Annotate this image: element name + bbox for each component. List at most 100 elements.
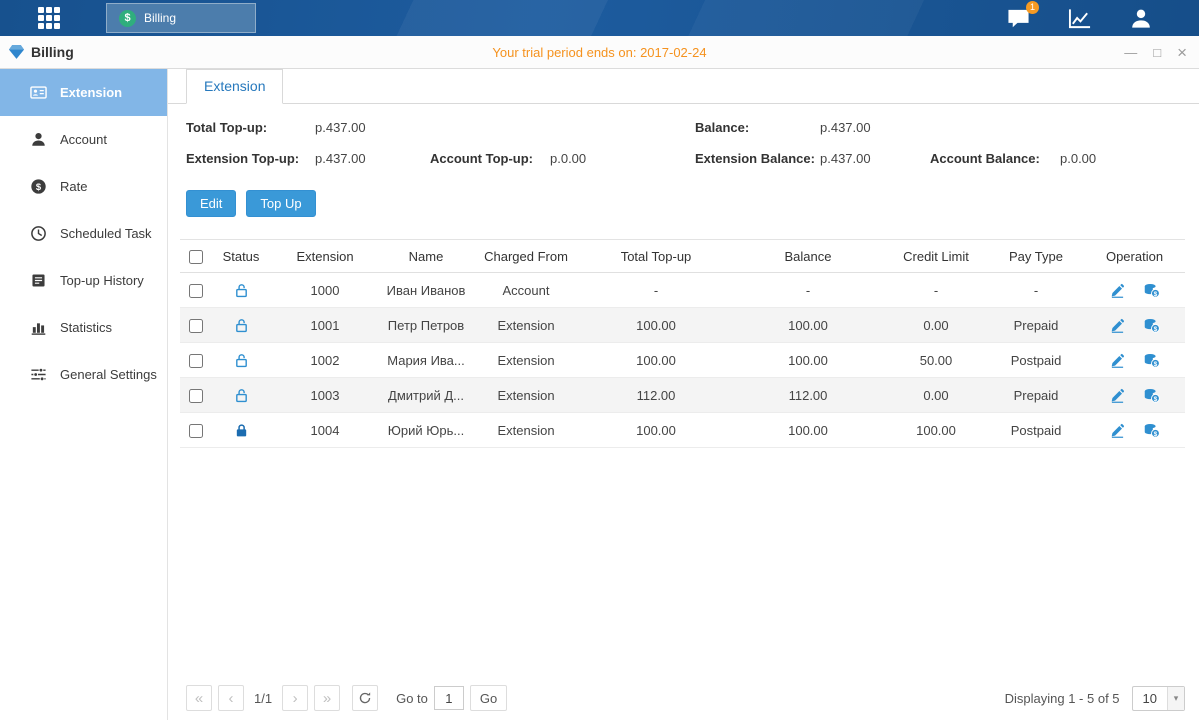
tab-extension[interactable]: Extension bbox=[186, 69, 283, 104]
table-row: 1000 Иван Иванов Account - - - - $ bbox=[180, 273, 1185, 308]
cell-credit-limit: - bbox=[884, 273, 988, 308]
trial-notice: Your trial period ends on: 2017-02-24 bbox=[0, 45, 1199, 60]
topbar-billing-tab[interactable]: $ Billing bbox=[106, 3, 256, 33]
row-checkbox[interactable] bbox=[189, 284, 203, 298]
maximize-icon[interactable]: □ bbox=[1153, 46, 1161, 59]
cell-total-topup: 100.00 bbox=[580, 343, 732, 378]
row-checkbox[interactable] bbox=[189, 319, 203, 333]
edit-button[interactable]: Edit bbox=[186, 190, 236, 217]
cell-name: Мария Ива... bbox=[380, 343, 472, 378]
sliders-icon bbox=[30, 366, 47, 383]
clock-icon bbox=[30, 225, 47, 242]
column-header-credit-limit: Credit Limit bbox=[884, 240, 988, 273]
topup-icon[interactable]: $ bbox=[1143, 423, 1160, 438]
cell-balance: 100.00 bbox=[732, 343, 884, 378]
cell-credit-limit: 50.00 bbox=[884, 343, 988, 378]
row-checkbox[interactable] bbox=[189, 354, 203, 368]
top-up-button[interactable]: Top Up bbox=[246, 190, 315, 217]
dollar-icon: $ bbox=[119, 10, 136, 27]
sidebar-item-label: Account bbox=[60, 132, 107, 147]
page-size-select[interactable]: 10 ▾ bbox=[1132, 686, 1185, 711]
statistics-chart-icon[interactable] bbox=[1067, 7, 1093, 30]
refresh-button[interactable] bbox=[352, 685, 378, 711]
sidebar-item-statistics[interactable]: Statistics bbox=[0, 304, 167, 351]
topup-icon[interactable]: $ bbox=[1143, 353, 1160, 368]
cell-pay-type: Prepaid bbox=[988, 308, 1084, 343]
topup-icon[interactable]: $ bbox=[1143, 283, 1160, 298]
top-bar: $ Billing 1 bbox=[0, 0, 1199, 36]
user-account-icon[interactable] bbox=[1129, 7, 1153, 30]
pagination-bar: « ‹ 1/1 › » Go to Go Displaying 1 - 5 of… bbox=[186, 684, 1185, 712]
cell-total-topup: - bbox=[580, 273, 732, 308]
extension-icon bbox=[30, 84, 47, 101]
cell-pay-type: Postpaid bbox=[988, 413, 1084, 448]
row-checkbox[interactable] bbox=[189, 424, 203, 438]
extension-topup-label: Extension Top-up: bbox=[186, 151, 315, 166]
apps-grid-icon[interactable] bbox=[38, 7, 60, 29]
topup-icon[interactable]: $ bbox=[1143, 388, 1160, 403]
sidebar-item-extension[interactable]: Extension bbox=[0, 69, 167, 116]
sidebar-item-account[interactable]: Account bbox=[0, 116, 167, 163]
cell-name: Петр Петров bbox=[380, 308, 472, 343]
goto-page-input[interactable] bbox=[434, 686, 464, 710]
go-button[interactable]: Go bbox=[470, 685, 507, 711]
cell-charged-from: Extension bbox=[472, 308, 580, 343]
select-all-checkbox[interactable] bbox=[189, 250, 203, 264]
table-row: 1003 Дмитрий Д... Extension 112.00 112.0… bbox=[180, 378, 1185, 413]
svg-text:$: $ bbox=[1153, 430, 1157, 437]
messages-icon[interactable]: 1 bbox=[1006, 7, 1031, 30]
cell-credit-limit: 0.00 bbox=[884, 378, 988, 413]
extension-topup-value: p.437.00 bbox=[315, 151, 430, 166]
window-title-bar: Your trial period ends on: 2017-02-24 Bi… bbox=[0, 36, 1199, 69]
summary-panel: Total Top-up: p.437.00 Balance: p.437.00… bbox=[186, 120, 1199, 166]
notification-badge: 1 bbox=[1026, 1, 1039, 14]
first-page-button[interactable]: « bbox=[186, 685, 212, 711]
prev-page-button[interactable]: ‹ bbox=[218, 685, 244, 711]
last-page-button[interactable]: » bbox=[314, 685, 340, 711]
row-checkbox[interactable] bbox=[189, 389, 203, 403]
cell-extension: 1003 bbox=[270, 378, 380, 413]
topbar-tab-label: Billing bbox=[144, 11, 176, 25]
cell-extension: 1002 bbox=[270, 343, 380, 378]
sidebar-item-scheduled-task[interactable]: Scheduled Task bbox=[0, 210, 167, 257]
edit-icon[interactable] bbox=[1110, 283, 1125, 298]
edit-icon[interactable] bbox=[1110, 353, 1125, 368]
displaying-text: Displaying 1 - 5 of 5 bbox=[1005, 691, 1120, 706]
extension-balance-label: Extension Balance: bbox=[695, 151, 820, 166]
cell-balance: 100.00 bbox=[732, 308, 884, 343]
balance-value: p.437.00 bbox=[820, 120, 930, 135]
table-header-row: Status Extension Name Charged From Total… bbox=[180, 240, 1185, 273]
unlocked-icon bbox=[234, 388, 249, 403]
close-icon[interactable]: × bbox=[1177, 44, 1187, 61]
svg-text:$: $ bbox=[1153, 325, 1157, 332]
cell-charged-from: Extension bbox=[472, 378, 580, 413]
next-page-button[interactable]: › bbox=[282, 685, 308, 711]
svg-text:$: $ bbox=[1153, 395, 1157, 402]
sidebar-item-label: Scheduled Task bbox=[60, 226, 152, 241]
svg-text:$: $ bbox=[36, 182, 42, 193]
page-size-value: 10 bbox=[1133, 687, 1167, 710]
column-header-extension: Extension bbox=[270, 240, 380, 273]
billing-logo-icon bbox=[8, 44, 25, 60]
window-title: Billing bbox=[31, 44, 74, 60]
edit-icon[interactable] bbox=[1110, 423, 1125, 438]
unlocked-icon bbox=[234, 283, 249, 298]
extension-balance-value: p.437.00 bbox=[820, 151, 930, 166]
minimize-icon[interactable]: — bbox=[1124, 46, 1137, 59]
chevron-down-icon: ▾ bbox=[1167, 687, 1184, 710]
account-icon bbox=[30, 131, 47, 148]
cell-extension: 1001 bbox=[270, 308, 380, 343]
sidebar-item-topup-history[interactable]: Top-up History bbox=[0, 257, 167, 304]
total-topup-label: Total Top-up: bbox=[186, 120, 315, 135]
cell-pay-type: Postpaid bbox=[988, 343, 1084, 378]
cell-total-topup: 112.00 bbox=[580, 378, 732, 413]
cell-charged-from: Extension bbox=[472, 343, 580, 378]
edit-icon[interactable] bbox=[1110, 388, 1125, 403]
topup-icon[interactable]: $ bbox=[1143, 318, 1160, 333]
sidebar-item-rate[interactable]: $ Rate bbox=[0, 163, 167, 210]
table-body: 1000 Иван Иванов Account - - - - $ 1001 … bbox=[180, 273, 1185, 448]
edit-icon[interactable] bbox=[1110, 318, 1125, 333]
table-row: 1001 Петр Петров Extension 100.00 100.00… bbox=[180, 308, 1185, 343]
sidebar-item-label: Rate bbox=[60, 179, 87, 194]
sidebar-item-general-settings[interactable]: General Settings bbox=[0, 351, 167, 398]
